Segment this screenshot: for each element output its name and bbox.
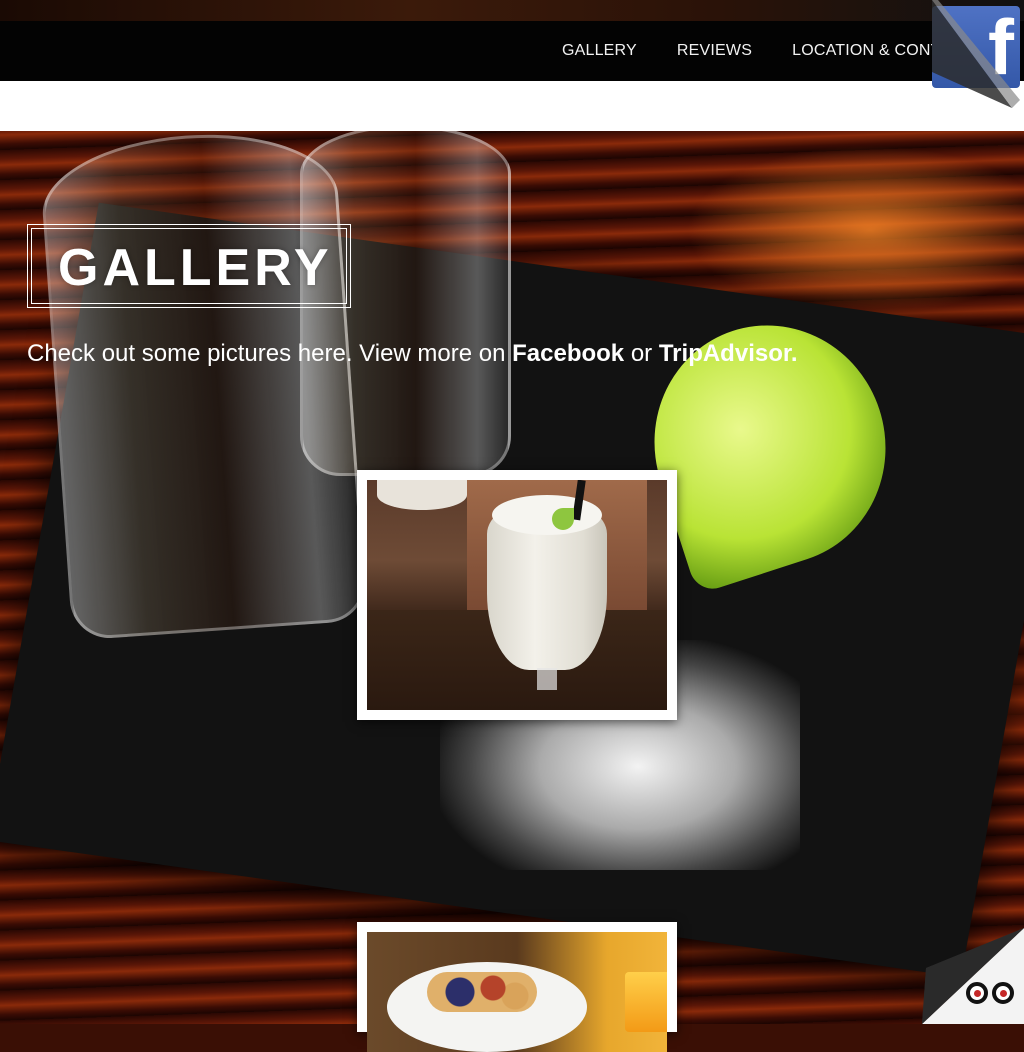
facebook-link[interactable]: Facebook <box>512 340 624 367</box>
tripadvisor-owl-icon[interactable] <box>964 974 1020 1014</box>
page-curl-icon <box>932 0 1020 108</box>
background-top-strip <box>0 0 1024 22</box>
gallery-heading-frame: GALLERY <box>27 224 351 308</box>
photo-lime-garnish <box>552 508 574 530</box>
nav-menu: GALLERY REVIEWS LOCATION & CONTACT <box>522 21 972 81</box>
gallery-photo-card[interactable] <box>357 922 677 1052</box>
page-title: GALLERY <box>58 239 333 297</box>
photo-cocktail-foam <box>492 495 602 535</box>
intro-text: Check out some pictures here. View more … <box>27 340 513 367</box>
nav-item-gallery[interactable]: GALLERY <box>562 42 637 60</box>
top-navigation-bar: GALLERY REVIEWS LOCATION & CONTACT <box>0 21 1024 81</box>
photo-martini-glass <box>377 480 467 510</box>
owl-eye-icon <box>992 982 1014 1004</box>
nav-item-reviews[interactable]: REVIEWS <box>677 42 752 60</box>
gallery-photo-breakfast[interactable] <box>367 932 667 1052</box>
facebook-corner-link[interactable]: f <box>932 0 1024 112</box>
owl-eye-icon <box>966 982 988 1004</box>
header-spacer-band <box>0 81 1024 131</box>
gallery-intro: Check out some pictures here. View more … <box>27 340 798 368</box>
tripadvisor-link[interactable]: TripAdvisor. <box>659 340 798 367</box>
gallery-photo-card[interactable] <box>357 470 677 720</box>
intro-or-text: or <box>624 340 659 367</box>
gallery-photo-cocktail[interactable] <box>367 480 667 710</box>
photo-juice-glass <box>625 972 667 1032</box>
tripadvisor-corner-link[interactable] <box>922 928 1024 1024</box>
photo-glass-stem <box>537 668 557 690</box>
photo-food <box>427 972 537 1012</box>
